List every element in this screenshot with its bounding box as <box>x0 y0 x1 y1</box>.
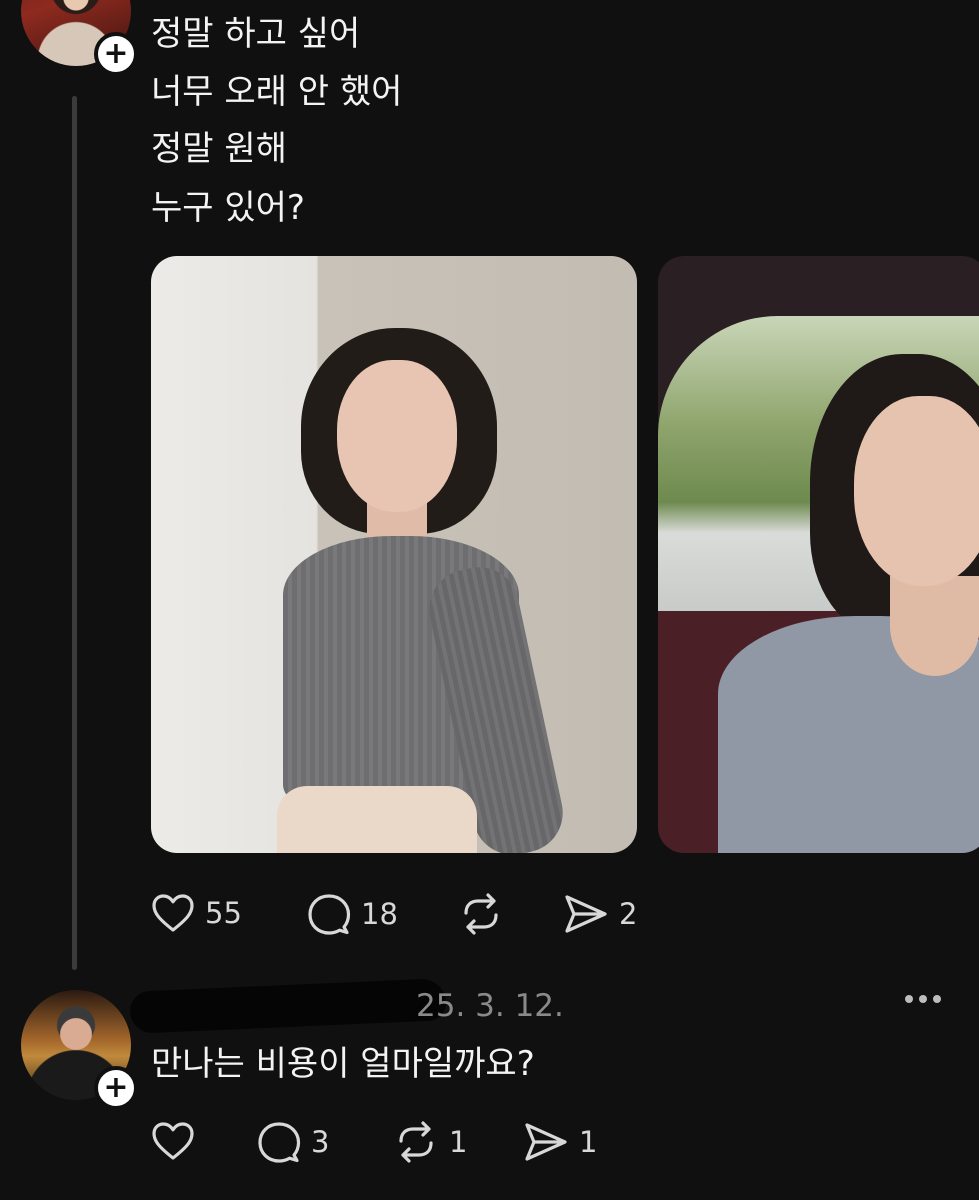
photo-figure-face <box>337 360 457 512</box>
repost-button[interactable] <box>458 893 514 935</box>
photo-figure-face <box>854 396 979 586</box>
share-icon <box>565 895 607 933</box>
follow-plus-icon[interactable]: + <box>94 1066 138 1110</box>
like-count: 55 <box>205 896 242 930</box>
heart-icon <box>152 1122 194 1160</box>
post-image-1[interactable] <box>151 256 637 853</box>
post-text-line-2: 너무 오래 안 했어 <box>151 72 403 112</box>
reply-repost-button[interactable]: 1 <box>393 1121 467 1163</box>
more-icon[interactable] <box>905 995 941 1003</box>
post-text-line-4: 누구 있어? <box>151 188 305 228</box>
comment-icon <box>308 894 351 935</box>
share-button[interactable]: 2 <box>563 893 637 935</box>
reply-share-button[interactable]: 1 <box>523 1121 597 1163</box>
post-image-2[interactable] <box>658 256 979 853</box>
share-count: 2 <box>619 897 638 931</box>
reply-text: 만나는 비용이 얼마일까요? <box>151 1044 535 1084</box>
photo-figure-skirt <box>277 786 477 853</box>
post-text-line-1: 정말 하고 싶어 <box>151 14 361 54</box>
reply-timestamp: 25. 3. 12. <box>416 988 564 1024</box>
repost-icon <box>399 1121 433 1163</box>
comment-icon <box>258 1122 301 1163</box>
reply-like-button[interactable] <box>151 1121 205 1161</box>
like-button[interactable]: 55 <box>151 893 242 933</box>
reply-share-count: 1 <box>579 1125 598 1159</box>
heart-icon <box>152 894 194 932</box>
follow-plus-icon[interactable]: + <box>94 32 138 76</box>
photo-figure-neck <box>890 576 979 676</box>
comment-button[interactable]: 18 <box>307 893 398 935</box>
comment-count: 18 <box>361 897 398 931</box>
reply-comment-count: 3 <box>311 1125 330 1159</box>
thread-connector-line <box>72 96 77 970</box>
redacted-username <box>129 978 447 1034</box>
post-text-line-3: 정말 원해 <box>151 129 287 169</box>
repost-icon <box>464 893 498 935</box>
reply-comment-button[interactable]: 3 <box>257 1121 329 1163</box>
share-icon <box>525 1123 567 1161</box>
reply-repost-count: 1 <box>449 1125 468 1159</box>
